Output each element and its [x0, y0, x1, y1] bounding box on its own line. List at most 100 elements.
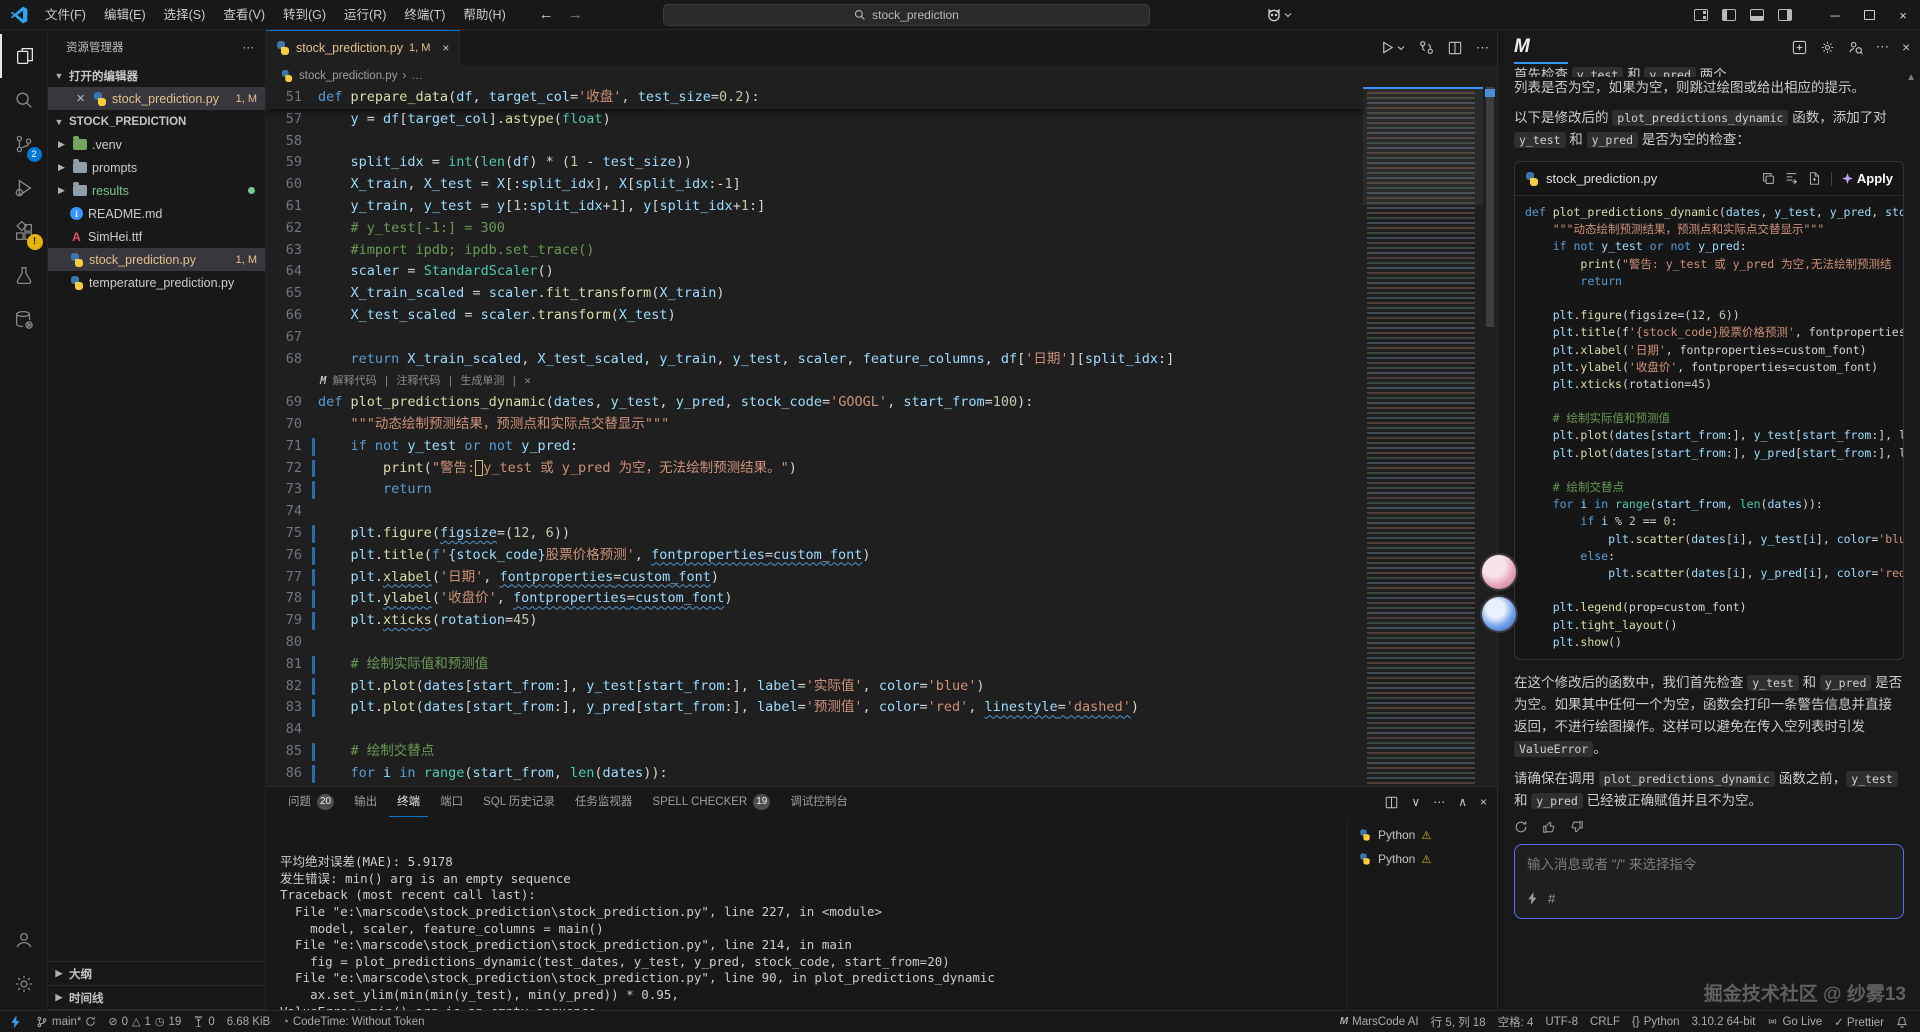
tab-ports[interactable]: 端口: [432, 787, 471, 817]
tab-stock-prediction[interactable]: stock_prediction.py 1, M ×: [266, 30, 460, 65]
ai-assistant-titlebar-button[interactable]: [1266, 3, 1292, 27]
minimize-button[interactable]: ─: [1818, 0, 1852, 30]
menu-file[interactable]: 文件(F): [36, 4, 95, 26]
editor-scrollbar[interactable]: [1483, 87, 1497, 786]
tree-item-venv[interactable]: ▶ .venv: [48, 133, 265, 156]
customize-layout-icon[interactable]: [1694, 9, 1708, 21]
close-panel-icon[interactable]: ×: [1480, 795, 1487, 809]
explorer-more-actions-icon[interactable]: ⋯: [243, 40, 256, 54]
open-editor-item[interactable]: ✕ stock_prediction.py 1, M: [48, 87, 265, 110]
source-control-view-icon[interactable]: 2: [0, 122, 48, 166]
tab-task-monitor[interactable]: 任务监视器: [567, 787, 641, 817]
terminal-instance-python[interactable]: Python ⚠: [1348, 823, 1497, 847]
ai-profile-icon[interactable]: [1848, 40, 1863, 55]
insert-code-icon[interactable]: [1785, 172, 1798, 185]
minimap[interactable]: [1363, 87, 1483, 786]
remote-indicator[interactable]: [0, 1011, 30, 1032]
toggle-secondary-sidebar-icon[interactable]: [1778, 9, 1792, 21]
editor-more-actions-icon[interactable]: ⋯: [1476, 40, 1489, 56]
run-python-file-button[interactable]: [1380, 40, 1405, 55]
indentation-status[interactable]: 空格: 4: [1492, 1011, 1540, 1032]
encoding-status[interactable]: UTF-8: [1539, 1011, 1584, 1032]
close-editor-icon[interactable]: ✕: [76, 92, 88, 105]
code-editor[interactable]: 51def prepare_data(df, target_col='收盘', …: [266, 87, 1497, 786]
timeline-section[interactable]: ▶时间线: [48, 986, 265, 1010]
ai-chat-content[interactable]: 首先检查 y_test 和 y_pred 两个 列表是否为空，如果为空，则跳过绘…: [1498, 64, 1920, 979]
database-view-icon[interactable]: [0, 298, 48, 342]
floating-avatar[interactable]: [1480, 553, 1518, 591]
outline-section[interactable]: ▶大纲: [48, 962, 265, 986]
problems-status[interactable]: ⊘0 △1 ◷19: [102, 1011, 187, 1032]
menu-selection[interactable]: 选择(S): [155, 4, 215, 26]
floating-avatar[interactable]: [1480, 595, 1518, 633]
chat-input-box[interactable]: 输入消息或者 "/" 来选择指令 #: [1514, 844, 1904, 919]
tab-terminal[interactable]: 终端: [389, 787, 428, 817]
testing-view-icon[interactable]: [0, 254, 48, 298]
menu-goto[interactable]: 转到(G): [274, 4, 335, 26]
maximize-button[interactable]: [1852, 0, 1886, 30]
forward-arrow-icon[interactable]: →: [568, 6, 583, 23]
menu-run[interactable]: 运行(R): [335, 4, 395, 26]
new-file-icon[interactable]: [1808, 172, 1821, 185]
back-arrow-icon[interactable]: ←: [539, 6, 554, 23]
terminal-dropdown-icon[interactable]: ∨: [1411, 795, 1420, 809]
accounts-icon[interactable]: [0, 918, 48, 962]
toggle-primary-sidebar-icon[interactable]: [1722, 9, 1736, 21]
prettier-status[interactable]: ✓ Prettier: [1828, 1011, 1890, 1032]
search-view-icon[interactable]: [0, 78, 48, 122]
codetime-status[interactable]: ◔CodeTime: Without Token: [276, 1011, 430, 1032]
tree-item-simhei[interactable]: A SimHei.ttf: [48, 225, 265, 248]
toggle-panel-icon[interactable]: [1750, 9, 1764, 21]
python-interpreter-status[interactable]: 3.10.2 64-bit: [1686, 1011, 1762, 1032]
tree-item-prompts[interactable]: ▶ prompts: [48, 156, 265, 179]
tab-close-icon[interactable]: ×: [442, 41, 449, 55]
tree-item-results[interactable]: ▶ results: [48, 179, 265, 202]
ai-settings-gear-icon[interactable]: [1820, 40, 1835, 55]
settings-gear-icon[interactable]: [0, 962, 48, 1006]
apply-button[interactable]: Apply: [1842, 168, 1893, 190]
notifications-bell-icon[interactable]: [1890, 1011, 1914, 1032]
panel-more-actions-icon[interactable]: ⋯: [1433, 795, 1445, 809]
split-editor-icon[interactable]: [1448, 41, 1462, 55]
close-window-button[interactable]: ×: [1886, 0, 1920, 30]
project-root-section[interactable]: ▼STOCK_PREDICTION: [48, 110, 265, 133]
ai-close-icon[interactable]: ×: [1902, 40, 1910, 55]
tree-item-stock-prediction[interactable]: stock_prediction.py 1, M: [48, 248, 265, 271]
file-size-status[interactable]: 6.68 KiB: [221, 1011, 276, 1032]
context-hash-icon[interactable]: #: [1548, 888, 1555, 910]
tab-debug-console[interactable]: 调试控制台: [782, 787, 856, 817]
explorer-view-icon[interactable]: [0, 34, 48, 78]
new-chat-icon[interactable]: [1792, 40, 1807, 55]
run-debug-view-icon[interactable]: [0, 166, 48, 210]
language-mode-status[interactable]: {}Python: [1626, 1011, 1686, 1032]
go-live-status[interactable]: Go Live: [1761, 1011, 1828, 1032]
maximize-panel-icon[interactable]: ∧: [1458, 795, 1467, 809]
tab-problems[interactable]: 问题20: [280, 787, 342, 817]
menu-edit[interactable]: 编辑(E): [95, 4, 155, 26]
eol-status[interactable]: CRLF: [1584, 1011, 1626, 1032]
git-branch-status[interactable]: main*: [30, 1011, 102, 1032]
scroll-up-arrow-icon[interactable]: ▲: [1906, 72, 1916, 83]
cursor-position-status[interactable]: 行 5, 列 18: [1425, 1011, 1492, 1032]
open-editors-section[interactable]: ▼打开的编辑器: [48, 64, 265, 87]
command-center-search[interactable]: stock_prediction: [663, 4, 1150, 26]
tree-item-readme[interactable]: i README.md: [48, 202, 265, 225]
breadcrumb[interactable]: stock_prediction.py › …: [266, 65, 1497, 87]
tab-sql-history[interactable]: SQL 历史记录: [475, 787, 563, 817]
thumbs-up-icon[interactable]: [1542, 820, 1556, 834]
thumbs-down-icon[interactable]: [1570, 820, 1584, 834]
tab-output[interactable]: 输出: [346, 787, 385, 817]
minimap-slider[interactable]: [1363, 87, 1483, 205]
menu-terminal[interactable]: 终端(T): [395, 4, 454, 26]
tree-item-temperature-prediction[interactable]: temperature_prediction.py: [48, 271, 265, 294]
regenerate-icon[interactable]: [1514, 820, 1528, 834]
terminal-instance-python[interactable]: Python ⚠: [1348, 847, 1497, 871]
extensions-view-icon[interactable]: !: [0, 210, 48, 254]
menu-help[interactable]: 帮助(H): [454, 4, 514, 26]
terminal-output[interactable]: 平均绝对误差(MAE): 5.9178发生错误: min() arg is an…: [266, 817, 1347, 1010]
split-terminal-icon[interactable]: [1385, 796, 1398, 809]
tab-spell-checker[interactable]: SPELL CHECKER19: [644, 787, 778, 817]
open-changes-icon[interactable]: [1419, 40, 1434, 55]
marscode-status[interactable]: M MarsCode AI: [1334, 1011, 1425, 1032]
network-status[interactable]: 0: [187, 1011, 220, 1032]
